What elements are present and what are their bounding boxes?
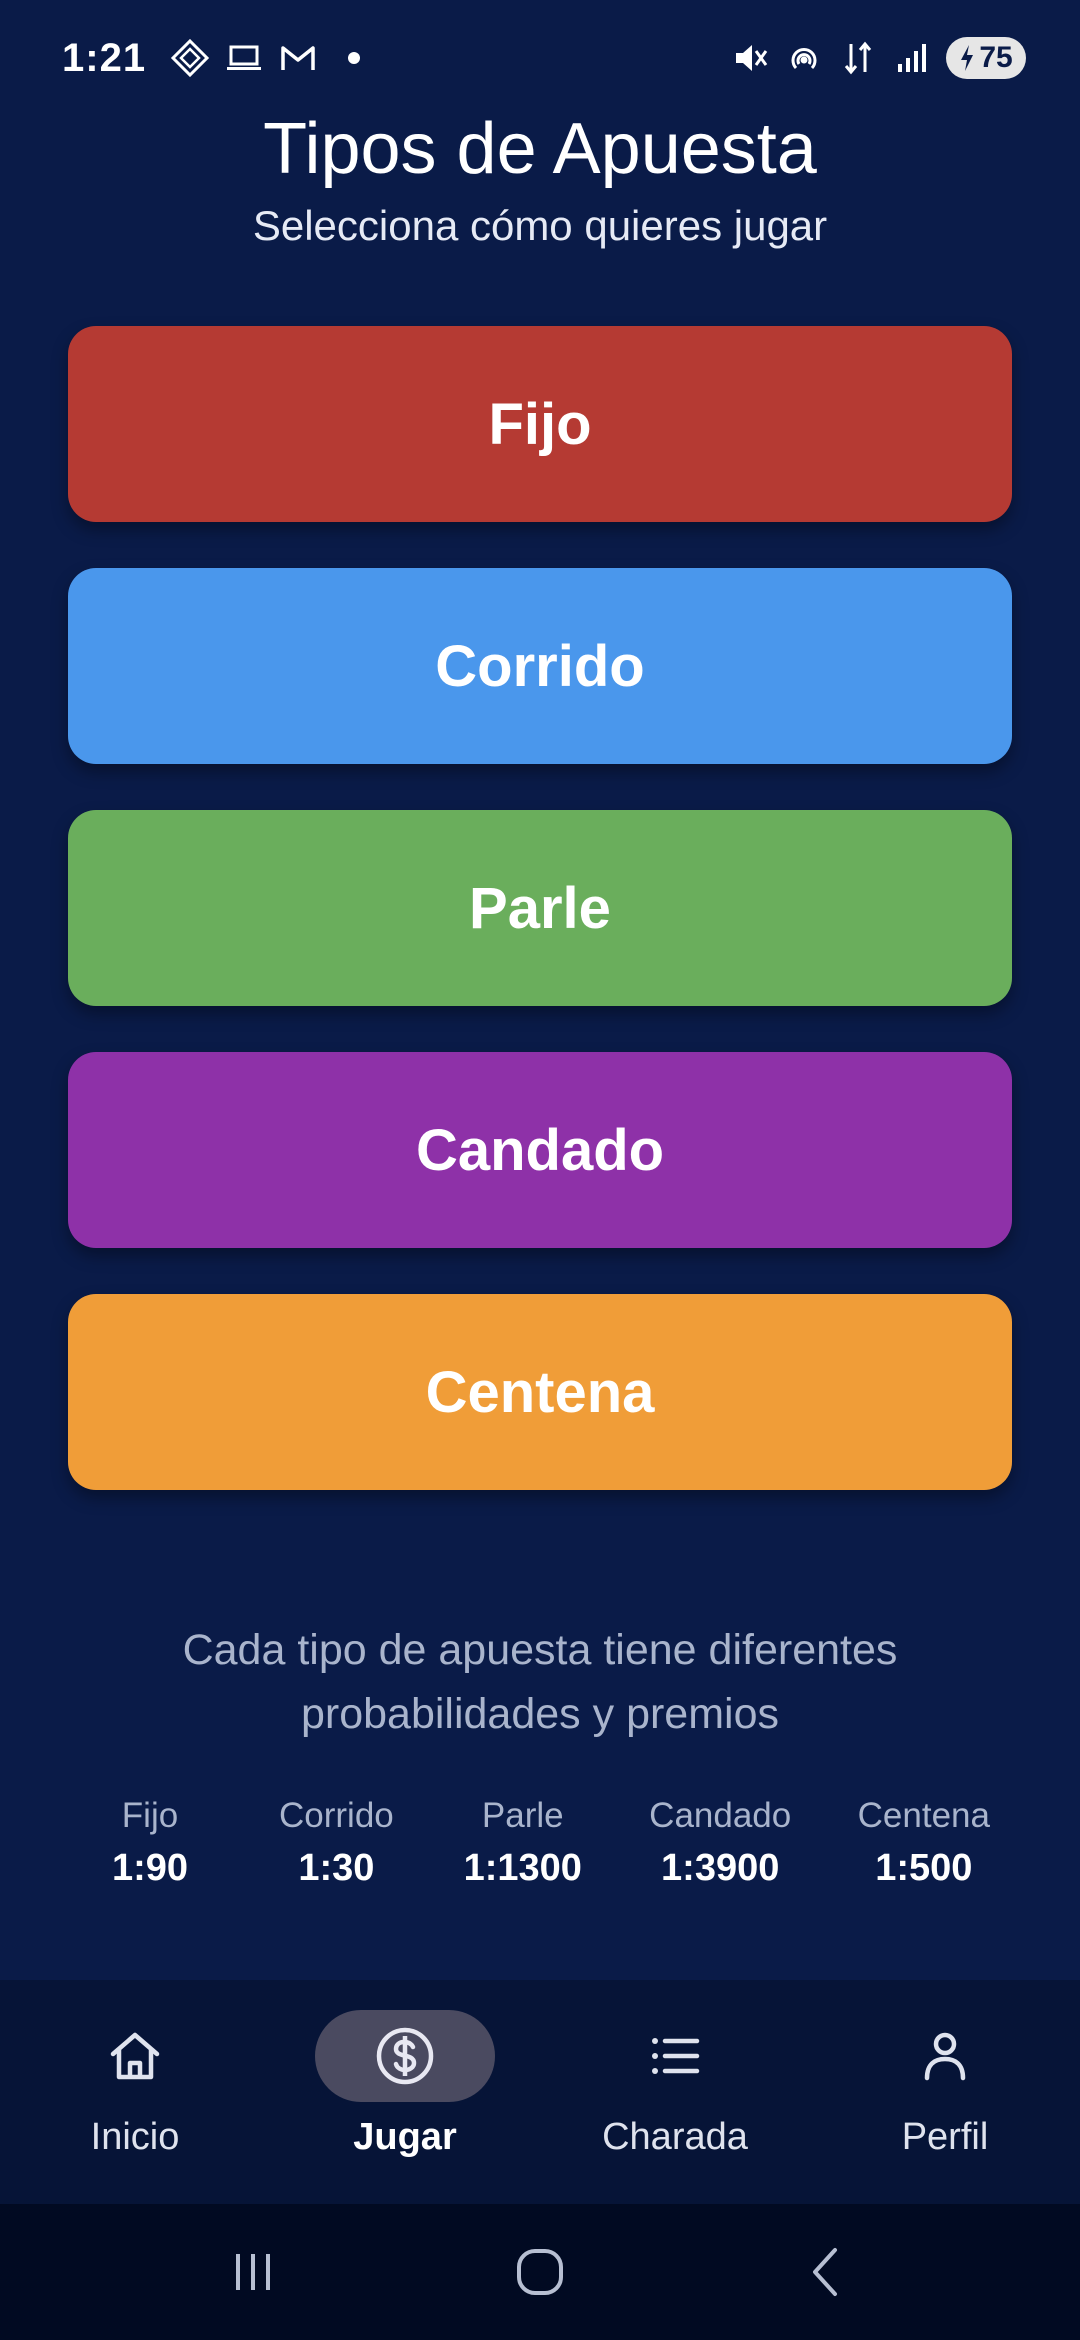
odds-name: Centena	[857, 1796, 990, 1835]
data-arrows-icon	[844, 41, 872, 75]
odds-name: Fijo	[121, 1796, 179, 1835]
hotspot-icon	[791, 48, 817, 70]
nav-icon-container	[45, 2010, 225, 2102]
battery-level: 75	[979, 41, 1013, 74]
bet-parle-button[interactable]: Parle	[68, 810, 1012, 1006]
nav-label: Charada	[602, 2116, 748, 2158]
page-subtitle: Selecciona cómo quieres jugar	[252, 202, 828, 249]
odds-value: 1:90	[111, 1847, 189, 1889]
bet-centena-button[interactable]: Centena	[68, 1294, 1012, 1490]
diamond-icon	[170, 38, 210, 78]
signal-icon	[898, 44, 926, 72]
odds-name: Corrido	[279, 1796, 394, 1835]
odds-name: Candado	[649, 1796, 792, 1835]
odds-value: 1:30	[298, 1847, 375, 1889]
odds-value: 1:500	[875, 1847, 973, 1889]
bet-candado-button[interactable]: Candado	[68, 1052, 1012, 1248]
odds-row: Fijo 1:90 Corrido 1:30 Parle 1:1300 Cand…	[90, 1792, 990, 1896]
odds-value: 1:1300	[463, 1847, 582, 1889]
nav-label: Perfil	[901, 2116, 989, 2158]
nav-item-perfil[interactable]: Perfil	[810, 1980, 1080, 2159]
bet-fijo-button[interactable]: Fijo	[68, 326, 1012, 522]
laptop-icon	[227, 45, 262, 70]
info-line-1: Cada tipo de apuesta tiene diferentes	[182, 1626, 898, 1674]
odds-item: Fijo 1:90	[90, 1792, 210, 1896]
back-icon[interactable]	[797, 2242, 857, 2302]
notification-dot	[348, 52, 361, 64]
odds-value: 1:3900	[661, 1847, 780, 1889]
bottom-nav: Inicio Jugar Charada Perfil	[0, 1980, 1080, 2204]
odds-item: Corrido 1:30	[276, 1792, 396, 1896]
bet-corrido-button[interactable]: Corrido	[68, 568, 1012, 764]
status-left: 1:21	[62, 35, 361, 81]
page-header: Tipos de Apuesta Selecciona cómo quieres…	[0, 104, 1080, 252]
info-text: Cada tipo de apuesta tiene diferentes pr…	[0, 1618, 1080, 1746]
home-button-icon[interactable]	[510, 2242, 570, 2302]
nav-label: Jugar	[353, 2116, 457, 2158]
odds-item: Centena 1:500	[858, 1792, 990, 1896]
odds-item: Parle 1:1300	[463, 1792, 583, 1896]
person-icon	[924, 2032, 966, 2081]
system-nav-bar	[0, 2204, 1080, 2340]
battery-icon: 75	[946, 37, 1026, 79]
odds-item: Candado 1:3900	[649, 1792, 791, 1896]
nav-item-inicio[interactable]: Inicio	[0, 1980, 270, 2159]
status-bar: 1:21 75	[0, 0, 1080, 116]
nav-item-charada[interactable]: Charada	[540, 1980, 810, 2159]
bolt-icon	[961, 45, 974, 71]
gmail-icon	[281, 46, 315, 70]
nav-label: Inicio	[90, 2116, 180, 2158]
status-time: 1:21	[62, 35, 147, 80]
bet-type-list: Fijo Corrido Parle Candado Centena	[68, 326, 1012, 1536]
nav-active-pill	[315, 2010, 495, 2102]
dollar-icon	[376, 2027, 434, 2085]
home-icon	[110, 2032, 160, 2080]
status-right: 75	[730, 37, 1026, 79]
recent-apps-icon[interactable]	[223, 2242, 283, 2302]
info-line-2: probabilidades y premios	[300, 1690, 780, 1738]
nav-icon-container	[855, 2010, 1035, 2102]
odds-name: Parle	[481, 1796, 564, 1835]
nav-icon-container	[585, 2010, 765, 2102]
nav-item-jugar[interactable]: Jugar	[270, 1980, 540, 2159]
mute-icon	[736, 45, 768, 71]
page-title: Tipos de Apuesta	[263, 109, 817, 189]
list-icon	[652, 2038, 700, 2074]
